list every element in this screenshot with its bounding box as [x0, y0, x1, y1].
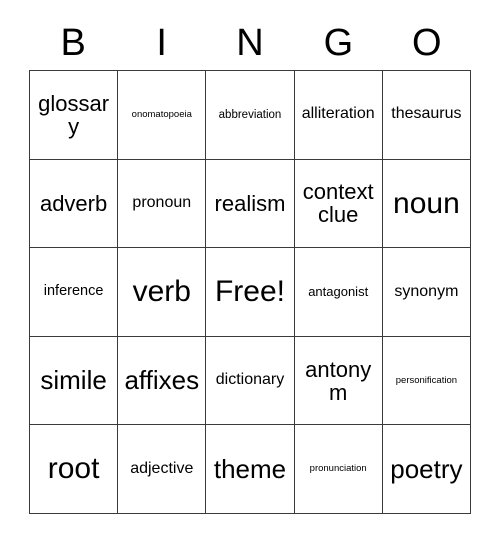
bingo-cell-label: abbreviation: [218, 108, 282, 121]
bingo-cell-label: synonym: [394, 282, 459, 300]
bingo-cell-label: antagonist: [308, 284, 369, 300]
bingo-cell[interactable]: onomatopoeia: [118, 71, 207, 160]
bingo-free-space-cell[interactable]: Free!: [206, 248, 295, 337]
bingo-cell-label: dictionary: [215, 371, 285, 389]
bingo-cell[interactable]: abbreviation: [206, 71, 295, 160]
header-letter-g: G: [323, 22, 354, 64]
bingo-cell-label: antonym: [305, 356, 372, 405]
header-letter-i: I: [156, 22, 167, 64]
bingo-cell[interactable]: dictionary: [206, 336, 295, 426]
bingo-cell[interactable]: personification: [382, 336, 471, 426]
bingo-cell[interactable]: noun: [382, 159, 471, 249]
bingo-cell[interactable]: adjective: [118, 425, 207, 514]
bingo-cell[interactable]: verb: [118, 248, 207, 337]
bingo-cell[interactable]: alliteration: [294, 71, 383, 160]
bingo-cell[interactable]: glossary: [30, 71, 119, 160]
bingo-cell[interactable]: pronoun: [118, 159, 207, 249]
header-letter-o: O: [412, 22, 442, 64]
bingo-cell-label: alliteration: [301, 105, 375, 123]
bingo-cell-label: verb: [132, 275, 191, 309]
bingo-card: B I N G O glossary onomatopoeia abbreviati…: [0, 0, 500, 544]
bingo-cell-label: realism: [214, 190, 286, 216]
bingo-cell-label: adverb: [39, 190, 108, 216]
bingo-cell-label: personification: [395, 374, 458, 386]
bingo-cell[interactable]: pronunciation: [294, 425, 383, 514]
bingo-cell[interactable]: affixes: [118, 336, 207, 426]
bingo-cell-label: thesaurus: [391, 105, 462, 123]
bingo-cell[interactable]: theme: [206, 425, 295, 514]
bingo-cell-label: context clue: [302, 179, 374, 228]
bingo-cell-label: inference: [43, 283, 104, 300]
bingo-cell[interactable]: context clue: [294, 159, 383, 249]
bingo-cell-label: onomatopoeia: [131, 108, 192, 120]
bingo-grid: glossary onomatopoeia abbreviation allitera…: [29, 70, 471, 514]
bingo-cell-label: poetry: [390, 453, 463, 484]
bingo-cell-label: Free!: [214, 275, 285, 309]
bingo-cell-label: affixes: [124, 364, 200, 395]
bingo-cell-label: adjective: [130, 459, 194, 477]
bingo-cell[interactable]: realism: [206, 159, 295, 249]
bingo-cell-label: simile: [40, 364, 107, 395]
header-letter-b: B: [60, 22, 86, 64]
bingo-cell-label: theme: [213, 453, 287, 484]
bingo-cell[interactable]: adverb: [30, 159, 119, 249]
bingo-cell-label: glossary: [38, 90, 110, 139]
bingo-header-row: B I N G O: [29, 18, 471, 68]
bingo-cell-label: pronoun: [132, 193, 192, 211]
bingo-cell-label: pronunciation: [309, 463, 367, 475]
bingo-cell[interactable]: root: [30, 425, 119, 514]
bingo-cell[interactable]: antonym: [294, 336, 383, 426]
bingo-cell[interactable]: inference: [30, 248, 119, 337]
bingo-cell[interactable]: synonym: [382, 248, 471, 337]
bingo-cell-label: noun: [393, 186, 460, 220]
header-letter-n: N: [236, 22, 264, 64]
bingo-cell[interactable]: poetry: [382, 425, 471, 514]
bingo-cell[interactable]: thesaurus: [382, 71, 471, 160]
bingo-cell[interactable]: simile: [30, 336, 119, 426]
bingo-cell-label: root: [47, 452, 100, 486]
bingo-cell[interactable]: antagonist: [294, 248, 383, 337]
